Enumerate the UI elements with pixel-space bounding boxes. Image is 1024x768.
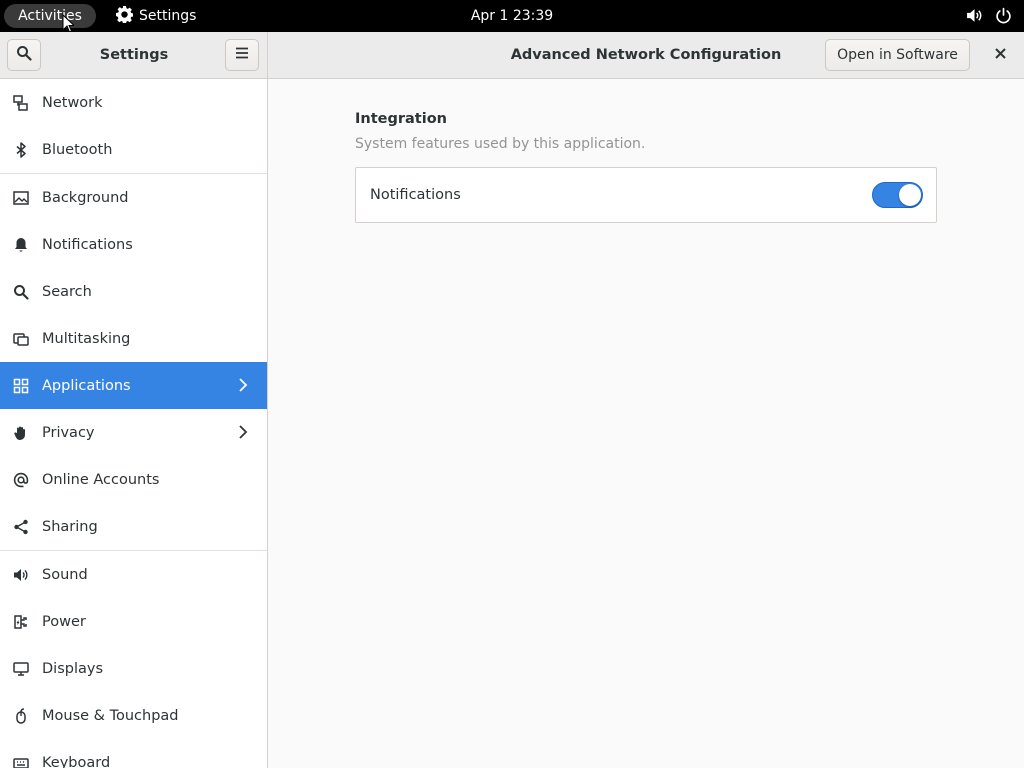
section-subtitle: System features used by this application…: [355, 136, 646, 152]
grid-icon: [12, 377, 30, 395]
sidebar-item-mouse-touchpad[interactable]: Mouse & Touchpad: [0, 692, 267, 739]
network-icon: [12, 94, 30, 112]
keyboard-icon: [12, 754, 30, 768]
sidebar-item-label: Multitasking: [42, 330, 131, 347]
sidebar-item-label: Background: [42, 189, 129, 206]
mouse-icon: [12, 707, 30, 725]
volume-icon[interactable]: [966, 7, 983, 24]
header-bar: Settings Advanced Network Configuration …: [0, 32, 1024, 79]
sidebar-item-network[interactable]: Network: [0, 79, 267, 126]
sidebar-item-keyboard[interactable]: Keyboard: [0, 739, 267, 768]
hamburger-menu-icon: [234, 45, 250, 65]
sidebar-item-label: Search: [42, 283, 92, 300]
multitasking-icon: [12, 330, 30, 348]
activities-button[interactable]: Activities: [4, 4, 96, 28]
notifications-toggle[interactable]: [872, 182, 923, 208]
sidebar-item-label: Privacy: [42, 424, 95, 441]
display-icon: [12, 660, 30, 678]
sidebar-item-notifications[interactable]: Notifications: [0, 221, 267, 268]
app-menu[interactable]: Settings: [116, 4, 196, 28]
power-icon[interactable]: [995, 7, 1012, 24]
sidebar-item-sharing[interactable]: Sharing: [0, 503, 267, 550]
sidebar-item-power[interactable]: Power: [0, 598, 267, 645]
search-icon: [12, 283, 30, 301]
sidebar-item-label: Online Accounts: [42, 471, 160, 488]
mouse-cursor-icon: [62, 14, 74, 33]
bell-icon: [12, 236, 30, 254]
sidebar-item-label: Displays: [42, 660, 104, 677]
sidebar-item-label: Bluetooth: [42, 141, 113, 158]
speaker-icon: [12, 566, 30, 584]
sidebar-item-label: Mouse & Touchpad: [42, 707, 179, 724]
notifications-row-label: Notifications: [370, 187, 461, 203]
image-icon: [12, 189, 30, 207]
sidebar: Network Bluetooth Background Notificatio…: [0, 79, 268, 768]
sidebar-item-label: Sharing: [42, 518, 98, 535]
power-plug-icon: [12, 613, 30, 631]
close-icon: [994, 47, 1006, 63]
at-icon: [12, 471, 30, 489]
sidebar-item-displays[interactable]: Displays: [0, 645, 267, 692]
bluetooth-icon: [12, 141, 30, 159]
sidebar-item-label: Sound: [42, 566, 88, 583]
app-menu-label: Settings: [139, 8, 197, 24]
content-pane: Integration System features used by this…: [268, 79, 1024, 768]
window-title-label: Advanced Network Configuration: [510, 47, 782, 63]
close-button[interactable]: [986, 42, 1014, 68]
sidebar-item-online-accounts[interactable]: Online Accounts: [0, 456, 267, 503]
system-tray[interactable]: [966, 7, 1012, 24]
sidebar-item-label: Power: [42, 613, 86, 630]
toggle-knob: [899, 184, 921, 206]
sidebar-item-label: Network: [42, 94, 103, 111]
main-menu-button[interactable]: [225, 39, 259, 71]
sidebar-item-sound[interactable]: Sound: [0, 550, 267, 598]
chevron-right-icon: [239, 425, 248, 439]
sidebar-item-label: Notifications: [42, 236, 133, 253]
sidebar-item-bluetooth[interactable]: Bluetooth: [0, 126, 267, 173]
sidebar-item-label: Applications: [42, 377, 131, 394]
top-bar: Activities Settings Apr 1 23:39: [0, 0, 1024, 33]
sidebar-item-search[interactable]: Search: [0, 268, 267, 315]
share-icon: [12, 518, 30, 536]
hand-icon: [12, 424, 30, 442]
sidebar-item-background[interactable]: Background: [0, 173, 267, 221]
gear-icon: [116, 5, 134, 27]
sidebar-item-label: Keyboard: [42, 754, 111, 768]
sidebar-item-applications[interactable]: Applications: [0, 362, 267, 409]
chevron-right-icon: [239, 378, 248, 392]
sidebar-item-multitasking[interactable]: Multitasking: [0, 315, 267, 362]
clock-label[interactable]: Apr 1 23:39: [471, 8, 553, 24]
open-in-software-button[interactable]: Open in Software: [825, 39, 970, 71]
section-title: Integration: [355, 111, 447, 127]
sidebar-item-privacy[interactable]: Privacy: [0, 409, 267, 456]
integration-list: Notifications: [355, 167, 937, 223]
settings-window: Settings Advanced Network Configuration …: [0, 32, 1024, 768]
sidebar-header: Settings: [0, 32, 268, 79]
search-icon: [16, 45, 32, 65]
search-button[interactable]: [7, 39, 41, 71]
